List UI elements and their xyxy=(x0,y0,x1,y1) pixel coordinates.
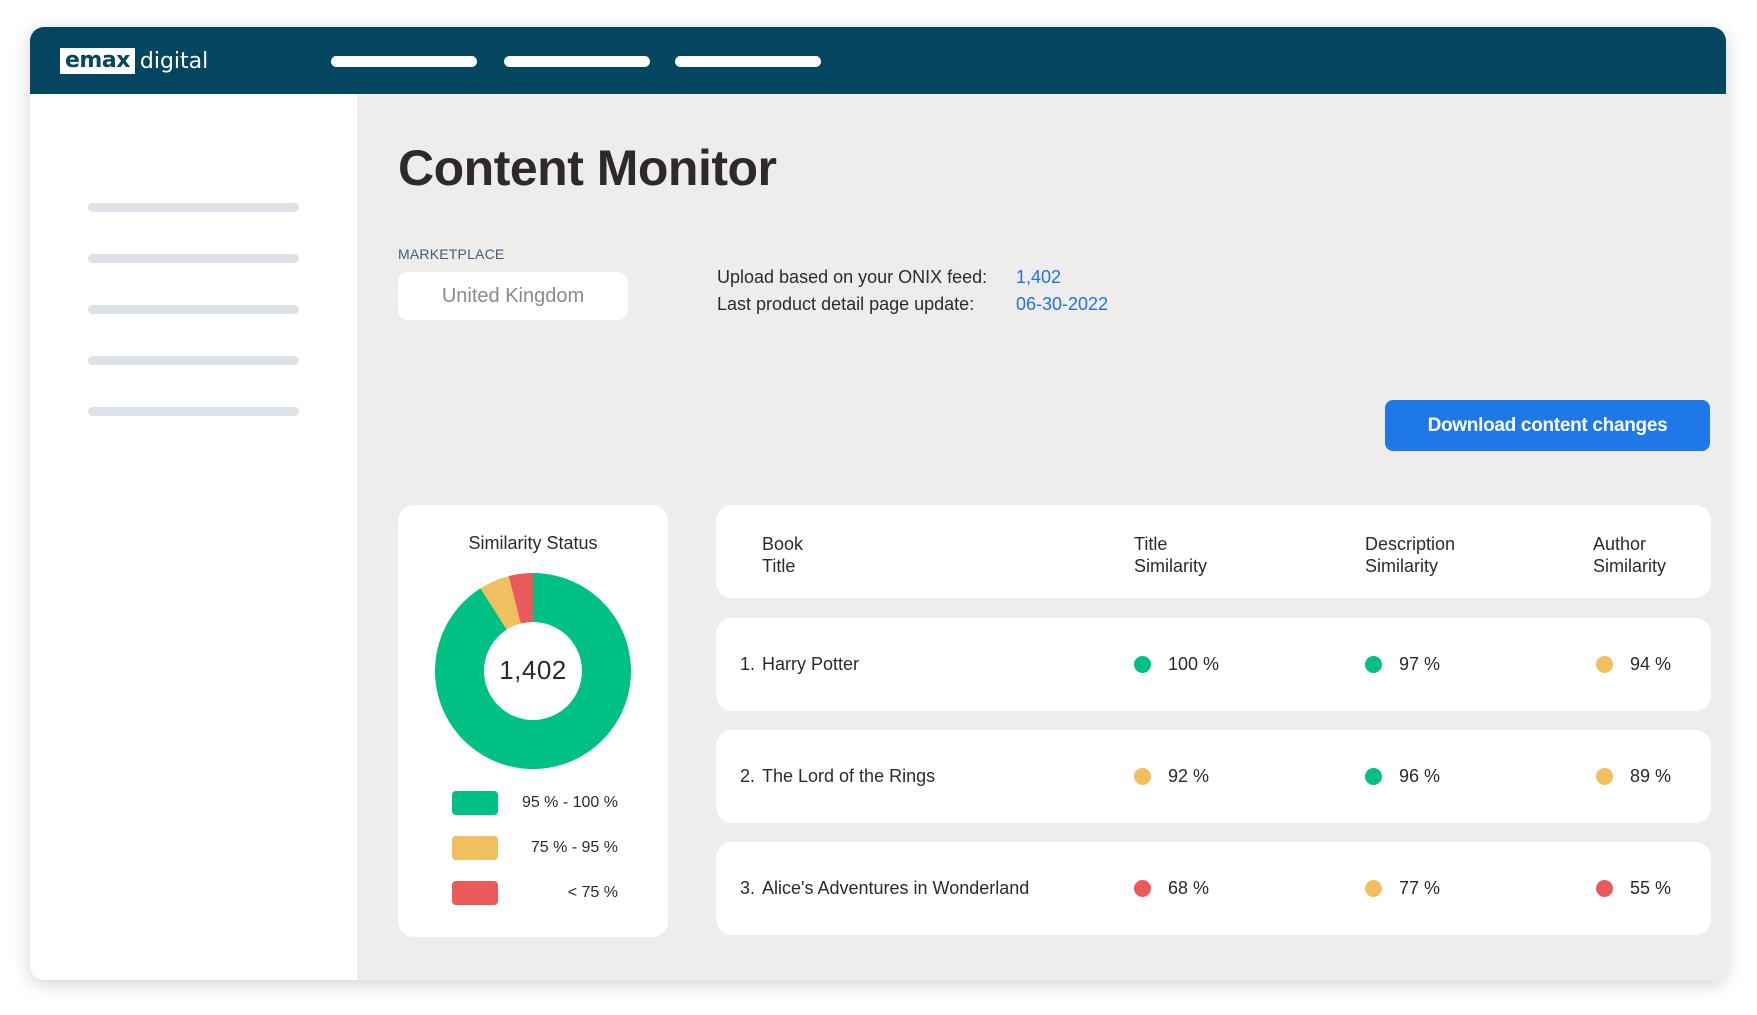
app-window: emax digital Content Monitor MARKETPLACE… xyxy=(30,27,1726,980)
status-dot-icon xyxy=(1134,767,1151,785)
legend-swatch-red xyxy=(452,881,498,905)
header-author-similarity[interactable]: Author Similarity xyxy=(1593,533,1666,577)
header-book-title-line2: Title xyxy=(762,556,796,576)
logo-mark: emax xyxy=(60,48,135,74)
status-dot-icon xyxy=(1365,655,1382,673)
status-dot-icon xyxy=(1596,767,1613,785)
book-title: Alice's Adventures in Wonderland xyxy=(762,877,1030,898)
title-similarity-cell: 100 % xyxy=(1134,618,1219,710)
description-similarity-value: 77 % xyxy=(1399,877,1441,898)
author-similarity-cell: 55 % xyxy=(1596,842,1671,934)
similarity-status-card: Similarity Status 1,402 95 % - 100 % 75 … xyxy=(398,505,668,937)
marketplace-select[interactable]: United Kingdom xyxy=(398,272,628,320)
sidebar-item-4[interactable] xyxy=(88,356,299,365)
author-similarity-value: 94 % xyxy=(1630,653,1672,674)
description-similarity-cell: 77 % xyxy=(1365,842,1440,934)
row-index: 2. xyxy=(740,765,756,786)
book-title: The Lord of the Rings xyxy=(762,765,936,786)
status-dot-icon xyxy=(1596,879,1613,897)
author-similarity-cell: 94 % xyxy=(1596,618,1671,710)
status-dot-icon xyxy=(1365,767,1382,785)
sidebar-item-1[interactable] xyxy=(88,203,299,212)
legend-label-red: < 75 % xyxy=(567,884,618,901)
nav-item-2[interactable] xyxy=(504,56,650,67)
legend-label-yellow: 75 % - 95 % xyxy=(530,839,618,856)
row-book-title: 2. The Lord of the Rings xyxy=(740,730,935,822)
table-row[interactable]: 1. Harry Potter 100 % 97 % 94 % xyxy=(716,618,1711,711)
description-similarity-value: 96 % xyxy=(1399,765,1441,786)
header-author-similarity-line1: Author xyxy=(1593,534,1647,554)
header-description-similarity[interactable]: Description Similarity xyxy=(1365,533,1455,577)
table-header: Book Title Title Similarity Description … xyxy=(716,505,1711,598)
row-index: 1. xyxy=(740,653,756,674)
update-value: 06-30-2022 xyxy=(1016,294,1109,314)
header-title-similarity-line1: Title xyxy=(1134,534,1168,554)
title-similarity-value: 100 % xyxy=(1168,653,1220,674)
header-author-similarity-line2: Similarity xyxy=(1593,556,1667,576)
update-label: Last product detail page update: xyxy=(717,294,975,314)
legend-swatch-green xyxy=(452,791,498,815)
header-description-similarity-line2: Similarity xyxy=(1365,556,1439,576)
author-similarity-cell: 89 % xyxy=(1596,730,1671,822)
sidebar-item-3[interactable] xyxy=(88,305,299,314)
table-row[interactable]: 3. Alice's Adventures in Wonderland 68 %… xyxy=(716,842,1711,935)
status-dot-icon xyxy=(1365,879,1382,897)
row-book-title: 1. Harry Potter xyxy=(740,618,859,710)
description-similarity-cell: 97 % xyxy=(1365,618,1440,710)
title-similarity-cell: 68 % xyxy=(1134,842,1209,934)
status-dot-icon xyxy=(1134,655,1151,673)
header-title-similarity[interactable]: Title Similarity xyxy=(1134,533,1207,577)
sidebar-item-2[interactable] xyxy=(88,254,299,263)
header-description-similarity-line1: Description xyxy=(1365,534,1456,554)
marketplace-label: MARKETPLACE xyxy=(398,246,505,262)
status-dot-icon xyxy=(1596,655,1613,673)
upload-value: 1,402 xyxy=(1016,267,1062,287)
header-book-title[interactable]: Book Title xyxy=(762,533,803,577)
author-similarity-value: 55 % xyxy=(1630,877,1672,898)
book-title: Harry Potter xyxy=(762,653,860,674)
legend-label-green: 95 % - 100 % xyxy=(521,794,618,811)
donut-chart xyxy=(435,573,631,769)
legend-swatch-yellow xyxy=(452,836,498,860)
table-row[interactable]: 2. The Lord of the Rings 92 % 96 % 89 % xyxy=(716,730,1711,823)
description-similarity-value: 97 % xyxy=(1399,653,1441,674)
donut-center-value: 1,402 xyxy=(499,655,567,685)
main-content: Content Monitor MARKETPLACE United Kingd… xyxy=(357,94,1726,980)
status-dot-icon xyxy=(1134,879,1151,897)
header-title-similarity-line2: Similarity xyxy=(1134,556,1208,576)
row-book-title: 3. Alice's Adventures in Wonderland xyxy=(740,842,1029,934)
sidebar xyxy=(30,94,357,980)
upload-label: Upload based on your ONIX feed: xyxy=(717,267,988,287)
brand-logo[interactable]: emax digital xyxy=(60,48,208,74)
download-content-changes-button[interactable]: Download content changes xyxy=(1385,400,1710,451)
title-similarity-cell: 92 % xyxy=(1134,730,1209,822)
nav-item-3[interactable] xyxy=(675,56,821,67)
title-similarity-value: 92 % xyxy=(1168,765,1210,786)
description-similarity-cell: 96 % xyxy=(1365,730,1440,822)
nav-item-1[interactable] xyxy=(331,56,477,67)
logo-text: digital xyxy=(139,48,209,74)
title-similarity-value: 68 % xyxy=(1168,877,1210,898)
page-title: Content Monitor xyxy=(398,140,777,196)
sidebar-item-5[interactable] xyxy=(88,407,299,416)
author-similarity-value: 89 % xyxy=(1630,765,1672,786)
row-index: 3. xyxy=(740,877,756,898)
header-book-title-line1: Book xyxy=(762,534,804,554)
top-bar: emax digital xyxy=(30,27,1726,94)
